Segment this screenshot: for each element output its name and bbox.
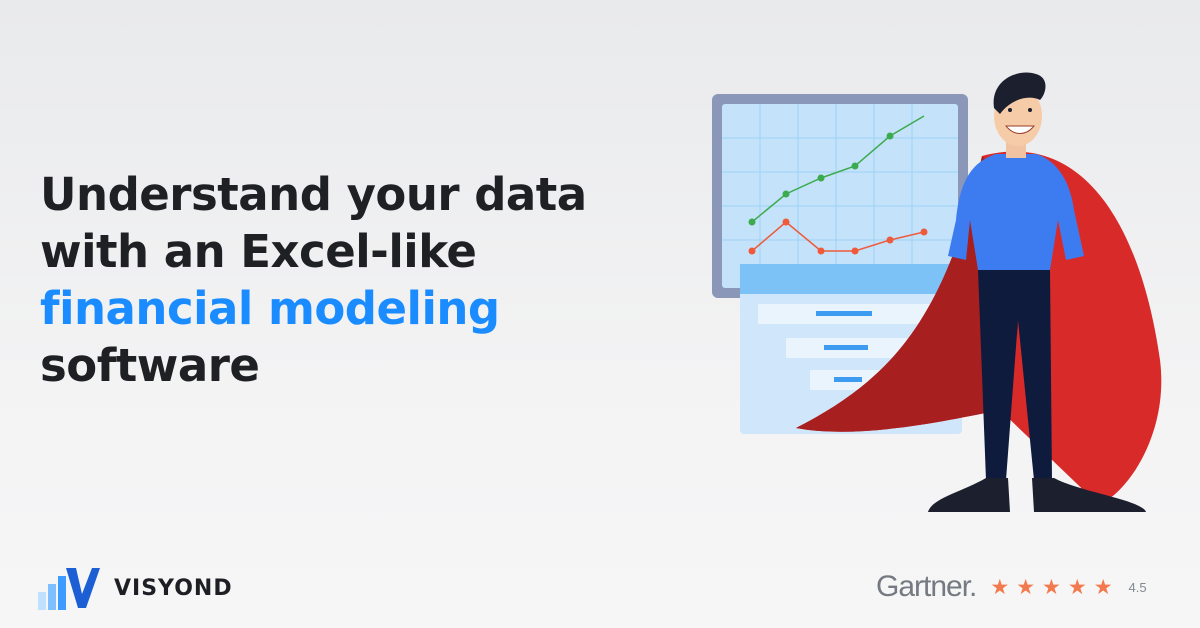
gartner-rating: Gartner. ★ ★ ★ ★ ★ 4.5 (876, 570, 1147, 604)
superhero-with-chart-illustration (712, 72, 1162, 512)
headline: Understand your data with an Excel-like … (40, 166, 640, 394)
star-icon: ★ (1093, 574, 1113, 599)
star-icon: ★ (1016, 574, 1036, 599)
star-rating: ★ ★ ★ ★ ★ (990, 574, 1113, 599)
star-icon: ★ (1042, 574, 1061, 599)
gartner-wordmark: Gartner. (876, 570, 977, 603)
headline-line-4: software (40, 339, 260, 392)
headline-line-3-accent: financial modeling (40, 282, 500, 335)
headline-line-1: Understand your data (40, 168, 587, 221)
visyond-logo-icon (38, 568, 100, 610)
visyond-logo[interactable]: VISYOND (38, 566, 233, 610)
rating-score: 4.5 (1128, 579, 1147, 595)
logo-text: VISYOND (114, 575, 233, 601)
star-icon: ★ (990, 574, 1010, 599)
star-icon: ★ (1067, 574, 1087, 599)
shoe-icon (928, 478, 1010, 512)
headline-line-2: with an Excel-like (40, 225, 477, 278)
